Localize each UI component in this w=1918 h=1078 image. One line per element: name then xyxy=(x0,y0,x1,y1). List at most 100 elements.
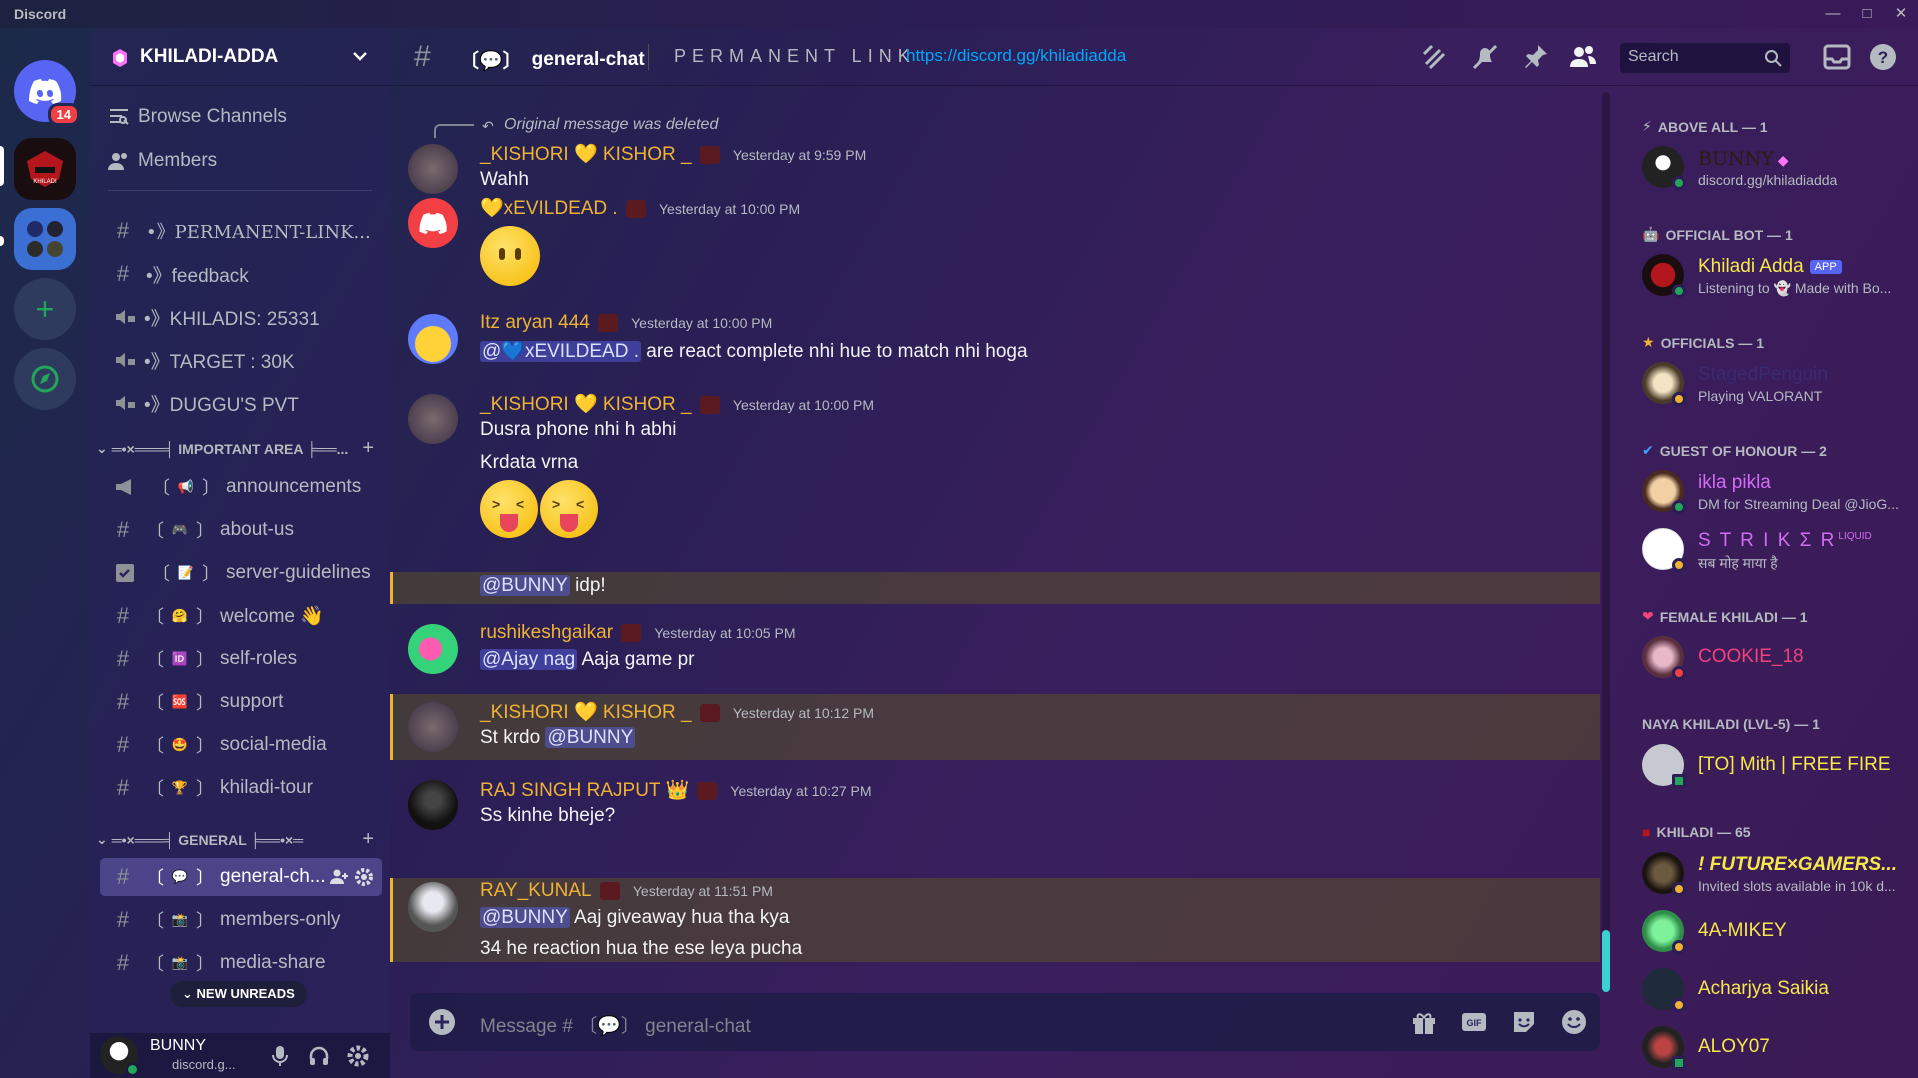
member-item[interactable]: ! FUTURE×GAMERS... Invited slots availab… xyxy=(1642,850,1912,900)
channel-emoji: 🎮 xyxy=(171,522,189,537)
author-name[interactable]: _KISHORI 💛 KISHOR _ xyxy=(480,702,692,723)
channel-about-us[interactable]: # 〔 🎮 〕 about-us xyxy=(100,511,382,549)
member-name: ALOY07 xyxy=(1698,1036,1770,1057)
settings-gear-icon[interactable] xyxy=(346,1044,370,1068)
member-status: Playing VALORANT xyxy=(1698,388,1823,404)
category-important-area[interactable]: ⌄ ═•×═══╡ IMPORTANT AREA ╞══... + xyxy=(96,437,386,460)
avatar[interactable] xyxy=(408,394,458,444)
help-icon[interactable]: ? xyxy=(1868,42,1898,72)
sticker-icon[interactable] xyxy=(1510,1008,1538,1036)
add-channel-button[interactable]: + xyxy=(362,828,374,851)
member-item[interactable]: ikla pikla DM for Streaming Deal @JioG..… xyxy=(1642,468,1912,518)
member-item[interactable]: ALOY07 xyxy=(1642,1024,1912,1074)
channel-feedback[interactable]: # •》feedback xyxy=(100,255,382,293)
gif-icon[interactable]: GIF xyxy=(1460,1008,1488,1036)
message-scrollbar[interactable] xyxy=(1602,92,1610,992)
notification-bell-muted-icon[interactable] xyxy=(1470,42,1500,72)
user-mention[interactable]: @Ajay nag xyxy=(480,649,578,670)
author-name[interactable]: 💛xEVILDEAD . xyxy=(480,198,618,219)
author-name[interactable]: Itz aryan 444 xyxy=(480,312,590,333)
member-item[interactable]: 4A-MIKEY xyxy=(1642,908,1912,958)
rules-checkbox-icon xyxy=(116,564,134,582)
browse-channels-button[interactable]: Browse Channels xyxy=(100,98,382,136)
channel-label: •》KHILADIS: 25331 xyxy=(144,308,320,330)
channel-support[interactable]: # 〔 🆘 〕 support xyxy=(100,683,382,721)
member-item[interactable]: Acharjya Saikia xyxy=(1642,966,1912,1016)
guild-header[interactable]: KHILADI-ADDA xyxy=(90,28,390,86)
message-composer[interactable]: Message # 〔💬〕 general-chat GIF xyxy=(410,993,1600,1051)
topic-link[interactable]: https://discord.gg/khiladiadda xyxy=(906,46,1126,66)
channel-label: general-ch... xyxy=(220,866,326,887)
server-khiladi-adda[interactable]: KHILADI xyxy=(14,138,76,200)
user-mention[interactable]: @BUNNY xyxy=(480,575,570,596)
member-list-icon[interactable] xyxy=(1568,42,1598,72)
member-item[interactable]: COOKIE_18 xyxy=(1642,634,1912,684)
headphones-icon[interactable] xyxy=(308,1045,330,1067)
author-name[interactable]: RAJ SINGH RAJPUT 👑 xyxy=(480,780,689,801)
add-channel-button[interactable]: + xyxy=(362,437,374,460)
channel-self-roles[interactable]: # 〔 🆔 〕 self-roles xyxy=(100,640,382,678)
member-item[interactable]: BUNNY ◆ discord.gg/khiladiadda xyxy=(1642,144,1912,194)
author-name[interactable]: rushikeshgaikar xyxy=(480,622,613,643)
avatar[interactable] xyxy=(408,780,458,830)
channel-welcome[interactable]: # 〔 🤗 〕 welcome 👋 xyxy=(100,597,382,635)
threads-icon[interactable] xyxy=(1420,42,1450,72)
member-item[interactable]: [TO] Mith | FREE FIRE xyxy=(1642,742,1912,792)
emoji-picker-icon[interactable] xyxy=(1560,1008,1588,1036)
minimize-icon[interactable]: — xyxy=(1818,2,1848,26)
author-name[interactable]: _KISHORI 💛 KISHOR _ xyxy=(480,144,692,165)
inbox-icon[interactable] xyxy=(1822,42,1852,72)
explore-servers-button[interactable] xyxy=(14,348,76,410)
server-folder[interactable] xyxy=(14,208,76,270)
author-name[interactable]: _KISHORI 💛 KISHOR _ xyxy=(480,394,692,415)
new-unreads-pill[interactable]: ⌄ NEW UNREADS xyxy=(170,981,307,1007)
channel-server-guidelines[interactable]: 〔 📝 〕 server-guidelines xyxy=(100,554,382,592)
member-status: सब मोह माया है xyxy=(1698,555,1778,571)
avatar[interactable] xyxy=(408,624,458,674)
close-icon[interactable]: ✕ xyxy=(1886,2,1916,26)
message-header: Itz aryan 444 Yesterday at 10:00 PM xyxy=(480,312,772,334)
voice-channel-duggus-pvt[interactable]: •》DUGGU'S PVT xyxy=(100,384,382,422)
voice-channel-khiladis[interactable]: •》KHILADIS: 25331 xyxy=(100,298,382,336)
member-category: 🤖 OFFICIAL BOT — 1 xyxy=(1642,226,1793,243)
channel-khiladi-tour[interactable]: # 〔 🏆 〕 khiladi-tour xyxy=(100,769,382,807)
channel-media-share[interactable]: # 〔 📸 〕 media-share xyxy=(100,944,382,982)
direct-messages-button[interactable]: 14 xyxy=(14,60,80,126)
attach-plus-icon[interactable] xyxy=(428,1008,456,1036)
pin-icon[interactable] xyxy=(1520,42,1550,72)
microphone-icon[interactable] xyxy=(270,1045,290,1067)
user-mention[interactable]: @BUNNY xyxy=(480,907,570,928)
maximize-icon[interactable]: □ xyxy=(1852,2,1882,26)
channel-permanent-link[interactable]: # •》PERMANENT-LINK... xyxy=(100,212,382,250)
avatar[interactable] xyxy=(408,314,458,364)
member-item[interactable]: Khiladi Adda APP Listening to 👻 Made with… xyxy=(1642,252,1912,302)
voice-channel-target[interactable]: •》TARGET : 30K xyxy=(100,341,382,379)
bracket-close: 〕 xyxy=(202,478,220,498)
avatar[interactable] xyxy=(408,882,458,932)
add-server-button[interactable]: + xyxy=(14,278,76,340)
channel-members-only[interactable]: # 〔 📸 〕 members-only xyxy=(100,901,382,939)
category-label: ABOVE ALL — 1 xyxy=(1657,118,1768,135)
scrollbar-thumb[interactable] xyxy=(1602,930,1610,992)
member-name: ikla pikla xyxy=(1698,472,1771,493)
gear-icon[interactable] xyxy=(354,867,374,887)
member-item[interactable]: StagedPenguin Playing VALORANT xyxy=(1642,360,1912,410)
avatar[interactable] xyxy=(408,144,458,194)
channel-announcements[interactable]: 〔 📢 〕 announcements xyxy=(100,468,382,506)
avatar[interactable] xyxy=(408,198,458,248)
members-button[interactable]: Members xyxy=(100,142,382,180)
category-general[interactable]: ⌄ ═•×═══╡ GENERAL ╞══•×═ + xyxy=(96,828,386,851)
message-body: are react complete nhi hue to match nhi … xyxy=(646,341,1028,362)
channel-social-media[interactable]: # 〔 🤩 〕 social-media xyxy=(100,726,382,764)
channel-general-chat[interactable]: # 〔 💬 〕 general-ch... xyxy=(100,858,382,896)
channel-emoji: 📢 xyxy=(177,479,195,494)
search-input[interactable]: Search xyxy=(1620,43,1790,73)
invite-member-icon[interactable] xyxy=(330,868,348,886)
user-mention[interactable]: @BUNNY xyxy=(545,727,636,748)
user-mention[interactable]: @💙xEVILDEAD . xyxy=(480,341,641,362)
author-name[interactable]: RAY_KUNAL xyxy=(480,880,592,901)
guild-name: KHILADI-ADDA xyxy=(140,46,279,67)
gift-icon[interactable] xyxy=(1410,1008,1438,1036)
avatar[interactable] xyxy=(408,702,458,752)
member-item[interactable]: S T R I K Σ R LIQUID सब मोह माया है xyxy=(1642,526,1912,576)
